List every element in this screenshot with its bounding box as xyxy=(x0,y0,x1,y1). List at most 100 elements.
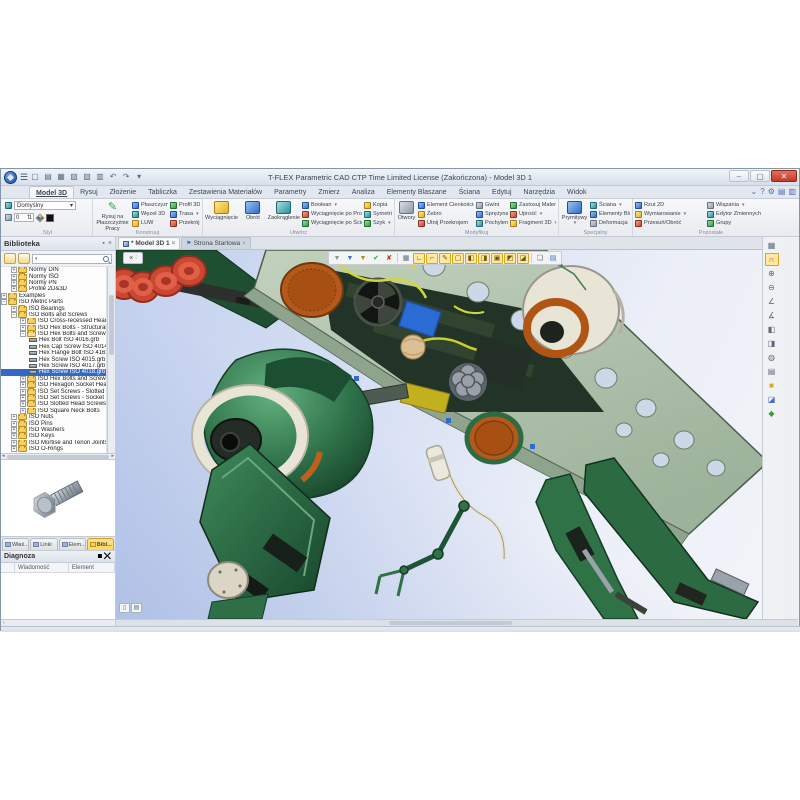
select-node-toggle[interactable]: ∟ xyxy=(413,253,425,264)
print-icon[interactable]: ▨ xyxy=(82,172,92,182)
face-button[interactable]: Ściana xyxy=(590,201,630,209)
diagnosis-scrollbar[interactable]: ‹ xyxy=(1,619,115,626)
column-message[interactable]: Wiadomość xyxy=(15,563,69,572)
cancel-icon[interactable]: ✘ xyxy=(383,253,395,264)
open-document-icon[interactable]: ▤ xyxy=(43,172,53,182)
draw-on-workplane-button[interactable]: ✎ Rysuj na Płaszczyźnie Pracy xyxy=(95,200,130,228)
simplify-button[interactable]: Uprość xyxy=(510,210,556,218)
profile-3d-button[interactable]: Profil 3D xyxy=(170,201,200,209)
zoom-in-icon[interactable]: ⊕ xyxy=(765,267,779,280)
projection-2d-button[interactable]: Rzut 2D xyxy=(635,201,705,209)
tab-zestawienia[interactable]: Zestawienia Materiałów xyxy=(183,186,268,198)
tab-narzedzia[interactable]: Narzędzia xyxy=(518,186,562,198)
rib-button[interactable]: Żebro xyxy=(418,210,474,218)
groups-button[interactable]: Grupy xyxy=(707,219,779,227)
material-view-icon[interactable]: ■ xyxy=(765,379,779,392)
maximize-button[interactable]: ▢ xyxy=(750,170,770,182)
tree-item[interactable]: +ISO O-Rings xyxy=(1,446,106,452)
primitives-button[interactable]: Prymitywy xyxy=(561,200,588,228)
spring-button[interactable]: Sprężyna xyxy=(476,210,508,218)
move-rotate-button[interactable]: Przesuń/Obróć xyxy=(635,219,705,227)
copy-button[interactable]: Kopia xyxy=(364,201,392,209)
thin-wall-button[interactable]: Element Cienkościenny xyxy=(418,201,474,209)
regenerate-icon[interactable]: ◨ xyxy=(765,337,779,350)
folder-icon[interactable]: ▧ xyxy=(69,172,79,182)
workplane-button[interactable]: Płaszczyzna xyxy=(132,201,168,209)
tab-rysuj[interactable]: Rysuj xyxy=(74,186,104,198)
tab-parametry[interactable]: Parametry xyxy=(268,186,312,198)
app-menu-icon[interactable]: ☰ xyxy=(20,172,28,183)
extrude-button[interactable]: Wyciągnięcie xyxy=(205,200,238,228)
draft-button[interactable]: Pochylenie xyxy=(476,219,508,227)
measure-angle-icon[interactable]: ∡ xyxy=(765,309,779,322)
tab-zlozenie[interactable]: Złożenie xyxy=(104,186,142,198)
fragment-3d-button[interactable]: Fragment 3D xyxy=(510,219,556,227)
tab-links[interactable]: Linki xyxy=(30,538,57,550)
panel-toggle-icon[interactable]: ▤ xyxy=(778,187,786,197)
viewport-3d[interactable]: ×⁞ ▼ ▼ ▼ ✔ ✘ ▦ ∟ ⌐ ✎ ▢ xyxy=(116,250,780,619)
select-edge-toggle[interactable]: ◨ xyxy=(478,253,490,264)
style-select[interactable]: Domyślny▾ xyxy=(14,201,76,210)
canvas-scrollbar[interactable] xyxy=(116,619,798,626)
symmetry-button[interactable]: Symetria xyxy=(364,210,392,218)
pin-icon[interactable]: ▪ xyxy=(102,240,104,247)
preview-icon[interactable]: ▥ xyxy=(95,172,105,182)
document-tab-model[interactable]: * Model 3D 1× xyxy=(118,237,180,249)
select-lcs-toggle[interactable]: ⌐ xyxy=(426,253,438,264)
close-tab-icon[interactable]: × xyxy=(172,241,176,247)
dimension-button[interactable]: Wymiarowanie xyxy=(635,210,705,218)
select-vertex-toggle[interactable]: ▣ xyxy=(491,253,503,264)
tab-elements[interactable]: Elem... xyxy=(59,538,86,550)
section-button[interactable]: Przekrój xyxy=(170,219,200,227)
revolve-button[interactable]: Obrót xyxy=(240,200,266,228)
new-document-icon[interactable]: ▢ xyxy=(30,172,40,182)
color-palette-icon[interactable] xyxy=(35,213,44,222)
boolean-button[interactable]: Boolean xyxy=(302,201,362,209)
open-library-icon[interactable] xyxy=(18,253,30,264)
minimize-button[interactable]: – xyxy=(729,170,749,182)
copy-view-icon[interactable]: ❏ xyxy=(534,253,546,264)
cut-by-section-button[interactable]: Utnij Przekrojem xyxy=(418,219,474,227)
document-tab-start-page[interactable]: ⚑ Strona Startowa× xyxy=(181,237,251,249)
tree-item[interactable]: +ISO Mortise and Tenon Joints xyxy=(1,440,106,446)
apply-material-button[interactable]: Zastosuj Materiał xyxy=(510,201,556,209)
panel-close-icon[interactable]: × xyxy=(108,240,112,247)
fillet-button[interactable]: Zaokrąglenie xyxy=(268,200,300,228)
sweep-button[interactable]: Wyciągnięcie po Ścieżce xyxy=(302,219,362,227)
tab-elementy-blaszane[interactable]: Elementy Blaszane xyxy=(381,186,453,198)
library-search-input[interactable]: ▾ xyxy=(32,254,112,264)
color-black-swatch[interactable] xyxy=(46,214,54,222)
select-annotation-toggle[interactable]: ◪ xyxy=(517,253,529,264)
route-button[interactable]: Trasa xyxy=(170,210,200,218)
constraints-button[interactable]: Wiązania xyxy=(707,201,779,209)
column-element[interactable]: Element xyxy=(69,563,115,572)
tab-tabliczka[interactable]: Tabliczka xyxy=(142,186,183,198)
loft-button[interactable]: Wyciągnięcie po Profilach xyxy=(302,210,362,218)
layout-toggle-icon[interactable]: ▥ xyxy=(788,187,796,197)
select-solid-toggle[interactable]: ▢ xyxy=(452,253,464,264)
ribbon-minimize-icon[interactable]: ⌄ xyxy=(751,187,758,197)
page-view-1-button[interactable]: ▯ xyxy=(119,603,130,613)
close-tab-icon[interactable]: × xyxy=(242,241,246,247)
tree-horizontal-scrollbar[interactable]: ◂▸ xyxy=(1,453,115,460)
tab-properties[interactable]: Właś... xyxy=(2,538,29,550)
tab-sciana[interactable]: Ściana xyxy=(453,186,486,198)
node-3d-button[interactable]: Węzeł 3D xyxy=(132,210,168,218)
select-face-toggle[interactable]: ◧ xyxy=(465,253,477,264)
tab-model-3d[interactable]: Model 3D xyxy=(29,186,74,198)
app-logo-icon[interactable] xyxy=(4,171,17,184)
floating-toolbar-close[interactable]: ×⁞ xyxy=(123,252,143,264)
help-icon[interactable]: ? xyxy=(760,187,764,197)
thread-button[interactable]: Gwint xyxy=(476,201,508,209)
tab-zmierz[interactable]: Zmierz xyxy=(312,186,345,198)
filter-add-icon[interactable]: ▼ xyxy=(344,253,356,264)
tree-vertical-scrollbar[interactable] xyxy=(107,267,115,453)
redraw-icon[interactable]: ◧ xyxy=(765,323,779,336)
isometric-view-icon[interactable]: ◆ xyxy=(765,407,779,420)
paste-view-icon[interactable]: ▤ xyxy=(547,253,559,264)
select-workplane-toggle[interactable]: ▦ xyxy=(400,253,412,264)
grid-icon[interactable]: ▦ xyxy=(765,239,779,252)
holes-button[interactable]: Otwory xyxy=(397,200,416,228)
close-button[interactable]: ✕ xyxy=(771,170,797,182)
tab-widok[interactable]: Widok xyxy=(561,186,592,198)
